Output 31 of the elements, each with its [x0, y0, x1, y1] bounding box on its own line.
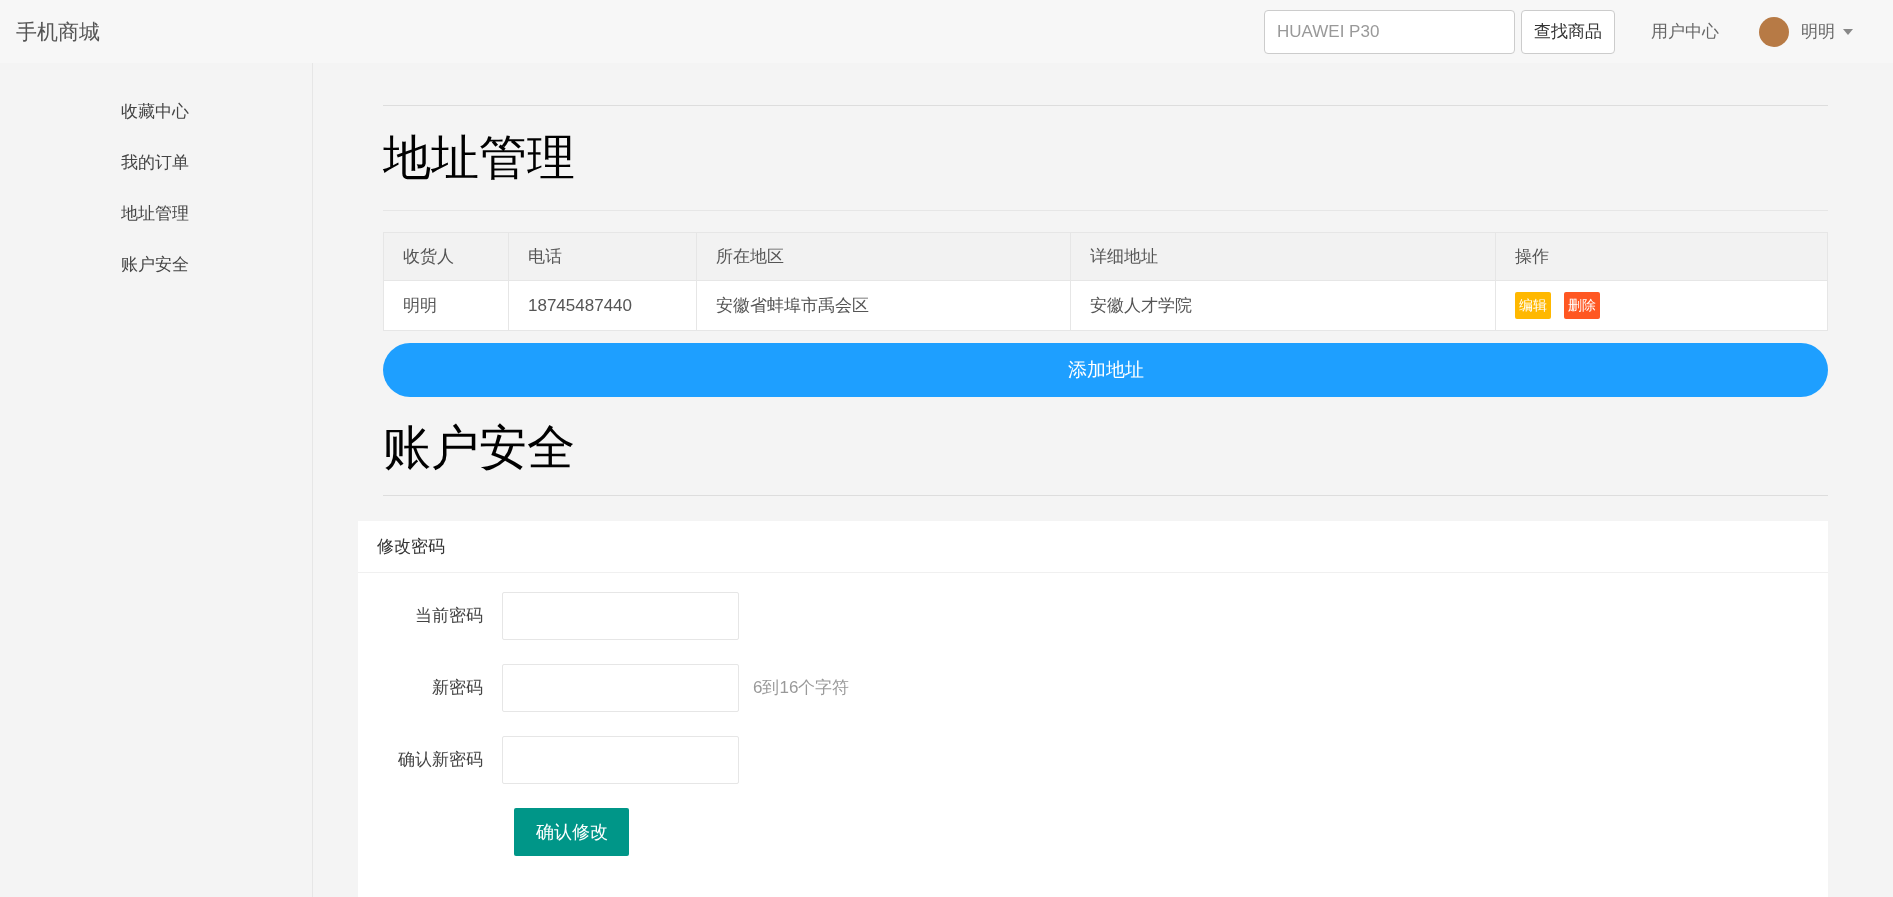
sidebar-item[interactable]: 收藏中心	[121, 101, 312, 123]
field-label: 新密码	[431, 677, 483, 700]
user-menu[interactable]: 明明	[1801, 18, 1853, 45]
sidebar-item[interactable]: 账户安全	[121, 254, 312, 276]
password-field[interactable]	[502, 592, 739, 640]
hint-text: 6到16个字符	[753, 677, 850, 700]
confirm-button[interactable]: 确认修改	[514, 808, 629, 856]
sidebar-item[interactable]: 我的订单	[121, 152, 312, 174]
sidebar-item[interactable]: 地址管理	[121, 203, 312, 225]
column-header: 所在地区	[696, 232, 1071, 281]
avatar-icon	[1759, 16, 1789, 47]
table-cell: 安徽省蚌埠市禹会区	[696, 280, 1071, 331]
password-field[interactable]	[502, 664, 739, 712]
user-center-link[interactable]: 用户中心	[1651, 18, 1719, 45]
column-header: 详细地址	[1070, 232, 1496, 281]
table-cell: 18745487440	[508, 280, 697, 331]
card-title: 修改密码	[377, 535, 445, 558]
column-header: 操作	[1495, 232, 1828, 281]
section-title: 账户安全	[383, 420, 576, 476]
search-button[interactable]: 查找商品	[1521, 9, 1615, 54]
search-field[interactable]: HUAWEI P30	[1264, 9, 1515, 54]
password-field[interactable]	[502, 736, 739, 784]
field-label: 确认新密码	[397, 749, 483, 772]
section-title: 地址管理	[383, 130, 576, 186]
field-label: 当前密码	[414, 605, 483, 628]
table-cell: 明明	[383, 280, 509, 331]
column-header: 电话	[508, 232, 697, 281]
caret-icon	[1843, 28, 1853, 35]
logo-text[interactable]: 手机商城	[16, 15, 100, 48]
column-header: 收货人	[383, 232, 509, 281]
table-cell: 安徽人才学院	[1070, 280, 1496, 331]
